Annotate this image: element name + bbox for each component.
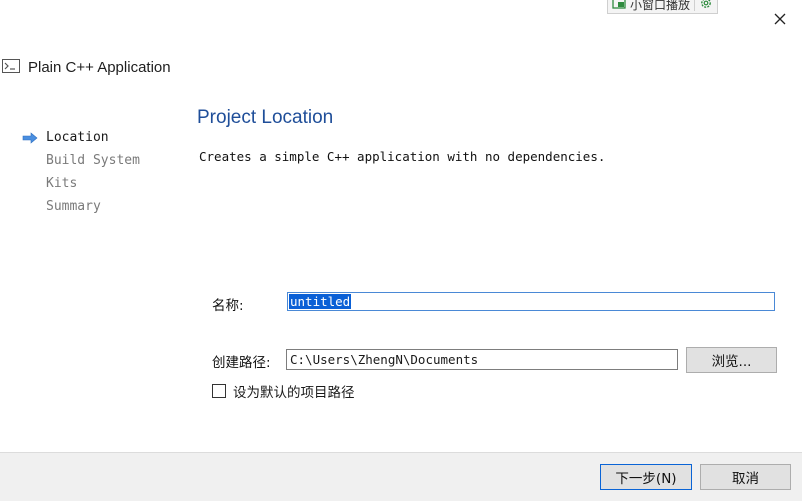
close-icon [773, 11, 787, 30]
step-label: Location [46, 130, 109, 145]
page-description: Creates a simple C++ application with no… [199, 149, 606, 164]
step-kits: Kits [22, 172, 140, 195]
cancel-button[interactable]: 取消 [700, 464, 791, 490]
step-summary: Summary [22, 195, 140, 218]
default-path-option[interactable]: 设为默认的项目路径 [212, 381, 355, 401]
current-step-arrow-icon [22, 131, 46, 144]
project-name-input[interactable]: untitled [287, 292, 775, 311]
step-location: Location [22, 126, 140, 149]
gear-icon[interactable] [699, 0, 713, 13]
name-label: 名称: [212, 298, 244, 314]
mini-player-label[interactable]: 小窗口播放 [630, 0, 690, 13]
default-path-checkbox[interactable] [212, 384, 226, 398]
mini-window-icon [612, 0, 626, 12]
step-build-system: Build System [22, 149, 140, 172]
divider [694, 0, 696, 11]
wizard-steps: Location Build System Kits Summary [22, 126, 140, 218]
project-path-value[interactable]: C:\Users\ZhengN\Documents [290, 352, 478, 367]
mini-player-widget[interactable]: 小窗口播放 [607, 0, 719, 14]
project-path-input[interactable]: C:\Users\ZhengN\Documents [286, 349, 678, 370]
default-path-label[interactable]: 设为默认的项目路径 [233, 381, 355, 401]
browse-button[interactable]: 浏览... [686, 347, 777, 373]
path-label: 创建路径: [212, 355, 271, 371]
close-button[interactable] [770, 10, 790, 30]
step-label: Kits [46, 176, 78, 191]
terminal-icon [2, 58, 20, 77]
wizard-title: Plain C++ Application [28, 59, 171, 76]
step-label: Summary [46, 199, 101, 214]
next-button[interactable]: 下一步(N) [600, 464, 692, 490]
project-name-value[interactable]: untitled [289, 294, 352, 309]
page-title: Project Location [197, 107, 334, 128]
wizard-header: Plain C++ Application [2, 58, 171, 77]
step-label: Build System [46, 153, 140, 168]
